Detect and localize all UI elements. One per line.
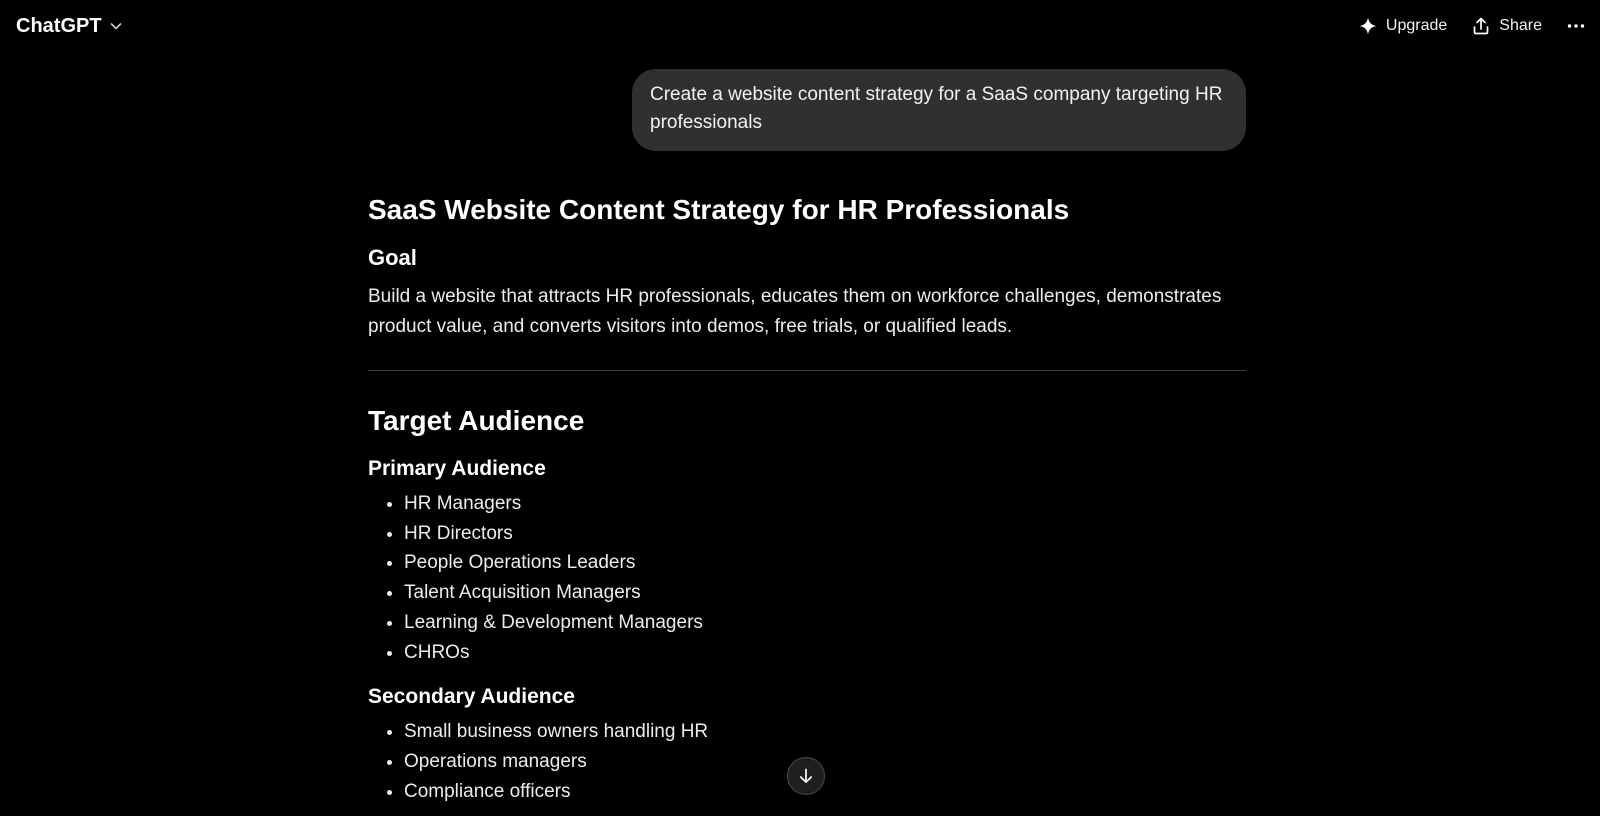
secondary-audience-heading: Secondary Audience bbox=[368, 685, 575, 709]
user-message-bubble: Create a website content strategy for a … bbox=[632, 69, 1246, 151]
list-item: CHROs bbox=[404, 638, 1246, 668]
goal-text: Build a website that attracts HR profess… bbox=[368, 286, 1222, 337]
primary-audience-list: HR Managers HR Directors People Operatio… bbox=[368, 489, 1246, 667]
model-selector[interactable]: ChatGPT bbox=[16, 15, 124, 38]
arrow-down-icon bbox=[797, 767, 815, 785]
top-bar: ChatGPT Upgrade Share bbox=[0, 0, 1600, 52]
more-options-button[interactable] bbox=[1554, 10, 1590, 42]
list-item: Small business owners handling HR bbox=[404, 717, 1246, 747]
chat-page: ChatGPT Upgrade Share Create a website c… bbox=[0, 0, 1600, 816]
list-item: HR Directors bbox=[404, 519, 1246, 549]
header-actions: Upgrade Share bbox=[1346, 10, 1590, 42]
primary-audience-heading: Primary Audience bbox=[368, 457, 546, 480]
share-button[interactable]: Share bbox=[1459, 10, 1554, 42]
upgrade-label: Upgrade bbox=[1385, 17, 1448, 34]
response-title: SaaS Website Content Strategy for HR Pro… bbox=[368, 194, 1070, 225]
more-horizontal-icon bbox=[1566, 16, 1586, 36]
share-label: Share bbox=[1499, 17, 1542, 34]
list-item: People Operations Leaders bbox=[404, 548, 1246, 578]
app-title: ChatGPT bbox=[16, 14, 102, 37]
assistant-response: SaaS Website Content Strategy for HR Pro… bbox=[368, 190, 1246, 806]
section-divider bbox=[368, 370, 1246, 371]
user-message-text: Create a website content strategy for a … bbox=[650, 84, 1223, 133]
list-item: Compliance officers bbox=[404, 777, 1246, 807]
list-item: Operations managers bbox=[404, 747, 1246, 777]
goal-heading: Goal bbox=[368, 245, 417, 270]
list-item: Talent Acquisition Managers bbox=[404, 578, 1246, 608]
scroll-to-bottom-button[interactable] bbox=[787, 757, 825, 795]
list-item: Learning & Development Managers bbox=[404, 608, 1246, 638]
chevron-down-icon bbox=[108, 18, 124, 34]
target-audience-heading: Target Audience bbox=[368, 405, 585, 436]
share-icon bbox=[1471, 16, 1499, 36]
upgrade-button[interactable]: Upgrade bbox=[1346, 10, 1459, 42]
list-item: HR Managers bbox=[404, 489, 1246, 519]
sparkle-icon bbox=[1358, 16, 1386, 36]
